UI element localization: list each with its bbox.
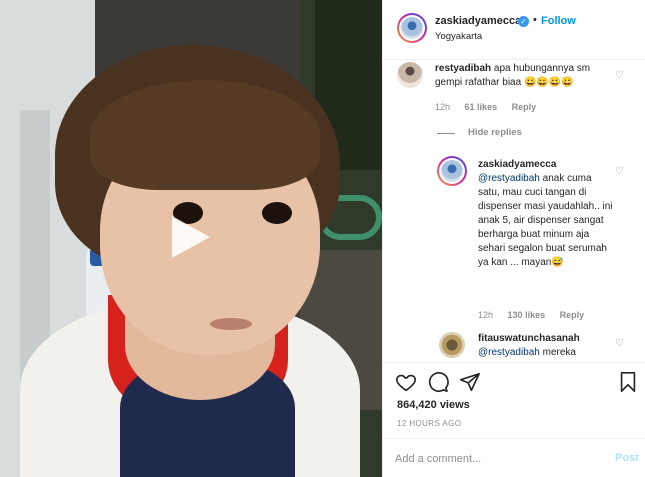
- comment-body: fitauswatunchasanah @restyadibah mereka: [478, 332, 618, 360]
- heart-icon[interactable]: [395, 371, 417, 393]
- follow-button[interactable]: Follow: [541, 15, 576, 27]
- add-comment-bar: Post: [383, 438, 645, 477]
- comment-likes[interactable]: 61 likes: [465, 102, 498, 112]
- divider: [437, 133, 455, 134]
- heart-icon[interactable]: ♡: [615, 166, 624, 177]
- comment-username[interactable]: fitauswatunchasanah: [478, 333, 580, 344]
- post-header: zaskiadyamecca ✓ • Follow Yogyakarta: [383, 0, 645, 60]
- comment-username[interactable]: restyadibah: [435, 63, 491, 74]
- comment-avatar[interactable]: [439, 332, 465, 358]
- comment-body: restyadibah apa hubungannya sm gempi raf…: [435, 62, 615, 90]
- post-actions: 864,420 views 12 HOURS AGO: [383, 362, 645, 432]
- post-sidebar: zaskiadyamecca ✓ • Follow Yogyakarta res…: [382, 0, 645, 477]
- reply-likes[interactable]: 130 likes: [508, 310, 546, 320]
- post-timestamp[interactable]: 12 HOURS AGO: [397, 419, 461, 428]
- child-mouth: [210, 318, 252, 330]
- hide-replies-button[interactable]: Hide replies: [468, 127, 522, 138]
- share-icon[interactable]: [459, 371, 481, 393]
- comment-time: 12h: [435, 102, 451, 112]
- heart-icon[interactable]: ♡: [615, 70, 624, 81]
- reply-mention[interactable]: @restyadibah: [478, 173, 540, 184]
- post-username[interactable]: zaskiadyamecca: [435, 15, 521, 27]
- reply-body: zaskiadyamecca @restyadibah anak cuma sa…: [478, 158, 613, 270]
- reply-meta: 12h 130 likes Reply: [478, 310, 596, 320]
- reply-text: anak cuma satu, mau cuci tangan di dispe…: [478, 173, 613, 268]
- comment-mention[interactable]: @restyadibah: [478, 347, 540, 358]
- bookmark-icon[interactable]: [617, 371, 639, 393]
- comment-icon[interactable]: [427, 371, 449, 393]
- comment-avatar[interactable]: [397, 62, 423, 88]
- reply-avatar[interactable]: [437, 156, 467, 186]
- avatar[interactable]: [397, 13, 427, 43]
- play-icon[interactable]: [162, 210, 216, 264]
- reply-button[interactable]: Reply: [512, 102, 537, 112]
- child-bangs: [90, 80, 320, 190]
- reply-button[interactable]: Reply: [560, 310, 585, 320]
- comment-input[interactable]: [395, 449, 595, 469]
- comment-text: mereka: [542, 347, 576, 358]
- view-count[interactable]: 864,420 views: [397, 399, 470, 411]
- verified-badge-icon: ✓: [518, 16, 529, 27]
- post-video[interactable]: [0, 0, 382, 477]
- post-button[interactable]: Post: [615, 452, 639, 464]
- reply-time: 12h: [478, 310, 494, 320]
- right-eye: [262, 202, 292, 224]
- reply-username[interactable]: zaskiadyamecca: [478, 159, 556, 170]
- heart-icon[interactable]: ♡: [615, 338, 624, 349]
- separator-dot: •: [533, 14, 537, 26]
- comment-meta: 12h 61 likes Reply: [435, 102, 548, 112]
- comments-list[interactable]: restyadibah apa hubungannya sm gempi raf…: [383, 60, 645, 360]
- post-location[interactable]: Yogyakarta: [435, 31, 482, 42]
